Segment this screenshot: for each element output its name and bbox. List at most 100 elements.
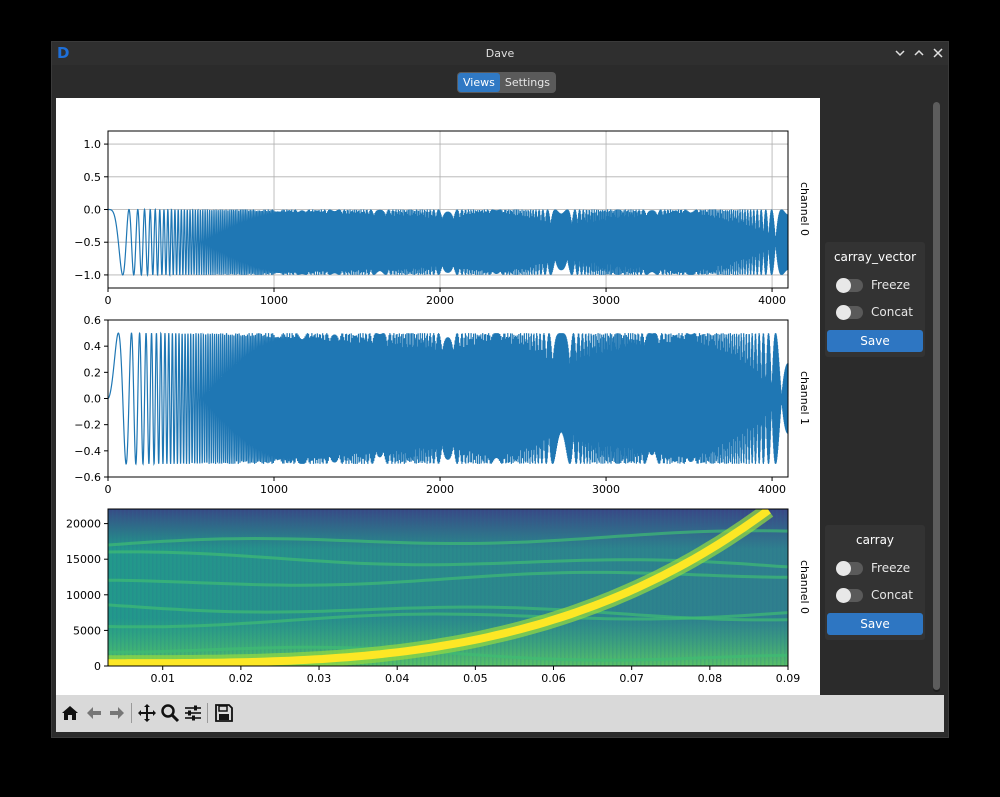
- spectrogram-stripe: [348, 509, 350, 666]
- spectrogram-stripe: [116, 509, 118, 666]
- spectrogram-stripe: [256, 509, 258, 666]
- concat-toggle[interactable]: [836, 588, 863, 603]
- y-tick-label: 0: [94, 660, 101, 673]
- spectrogram-stripe: [180, 509, 182, 666]
- pan-icon[interactable]: [137, 703, 157, 723]
- spectrogram-stripe: [308, 509, 310, 666]
- spectrogram-stripe: [572, 509, 574, 666]
- plot-toolbar: [56, 695, 944, 732]
- y-tick-label: 0.5: [84, 171, 102, 184]
- spectrogram-stripe: [568, 509, 570, 666]
- spectrogram-stripe: [240, 509, 242, 666]
- y-tick-label: −1.0: [74, 269, 101, 282]
- figure-svg[interactable]: 0 1000 2000 3000 4000 1.0 0.5 0.0 −0.5 −1.0 chann…: [56, 98, 820, 695]
- channel-1-line: [107, 331, 789, 466]
- spectrogram-stripe: [396, 509, 398, 666]
- channel-0-line: [108, 207, 789, 277]
- tab-group: Views Settings: [457, 72, 556, 93]
- spectrogram-stripe: [204, 509, 206, 666]
- plot-1-label: channel 0: [798, 182, 811, 236]
- y-tick-label: 20000: [66, 518, 101, 531]
- save-button[interactable]: Save: [827, 613, 923, 635]
- chevron-up-icon[interactable]: [913, 47, 925, 59]
- y-tick-label: 5000: [73, 624, 101, 637]
- plot-canvas[interactable]: 0 1000 2000 3000 4000 1.0 0.5 0.0 −0.5 −1.0 chann…: [56, 98, 820, 695]
- spectrogram-stripe: [592, 509, 594, 666]
- scrollbar-thumb[interactable]: [933, 102, 940, 690]
- save-figure-icon[interactable]: [214, 703, 234, 723]
- x-tick-label: 4000: [758, 483, 786, 496]
- spectrogram-stripe: [392, 509, 394, 666]
- spectrogram-stripe: [164, 509, 166, 666]
- concat-label: Concat: [871, 305, 913, 319]
- spectrogram-stripe: [560, 509, 562, 666]
- spectrogram-stripe: [144, 509, 146, 666]
- spectrogram-stripe: [604, 509, 606, 666]
- tab-views[interactable]: Views: [458, 73, 500, 92]
- freeze-label: Freeze: [871, 561, 911, 575]
- spectrogram-stripe: [316, 509, 318, 666]
- spectrogram-stripe: [524, 509, 526, 666]
- freeze-toggle[interactable]: [836, 278, 863, 293]
- forward-icon[interactable]: [107, 703, 127, 723]
- x-tick-label: 3000: [592, 294, 620, 307]
- spectrogram-stripe: [120, 509, 122, 666]
- spectrogram-stripe: [516, 509, 518, 666]
- x-tick-label: 0: [105, 294, 112, 307]
- spectrogram-stripe: [404, 509, 406, 666]
- y-tick-label: 10000: [66, 589, 101, 602]
- spectrogram-stripe: [216, 509, 218, 666]
- spectrogram-stripe: [200, 509, 202, 666]
- y-tick-label: 0.6: [84, 314, 102, 327]
- concat-toggle[interactable]: [836, 305, 863, 320]
- control-box-carray-vector: carray_vector Freeze Concat Save: [825, 242, 925, 357]
- spectrogram-stripe: [284, 509, 286, 666]
- x-tick-label: 1000: [260, 294, 288, 307]
- spectrogram-stripe: [196, 509, 198, 666]
- spectrogram-stripe: [128, 509, 130, 666]
- spectrogram-stripe: [584, 509, 586, 666]
- x-tick-label: 2000: [426, 294, 454, 307]
- tab-bar: Views Settings: [52, 65, 948, 98]
- tab-settings[interactable]: Settings: [500, 73, 555, 92]
- spectrogram-stripe: [296, 509, 298, 666]
- x-tick-label: 0.03: [307, 672, 332, 685]
- spectrogram-stripe: [252, 509, 254, 666]
- freeze-toggle[interactable]: [836, 561, 863, 576]
- zoom-icon[interactable]: [160, 703, 180, 723]
- control-box-carray: carray Freeze Concat Save: [825, 525, 925, 640]
- spectrogram-stripe: [544, 509, 546, 666]
- y-tick-label: −0.5: [74, 236, 101, 249]
- x-tick-label: 2000: [426, 483, 454, 496]
- title-bar[interactable]: D Dave: [52, 42, 948, 65]
- spectrogram-stripe: [228, 509, 230, 666]
- spectrogram-stripe: [612, 509, 614, 666]
- spectrogram-stripe: [552, 509, 554, 666]
- spectrogram-stripe: [112, 509, 114, 666]
- freeze-label: Freeze: [871, 278, 911, 292]
- spectrogram-stripe: [276, 509, 278, 666]
- configure-subplots-icon[interactable]: [183, 703, 203, 723]
- side-panel-scrollbar[interactable]: [933, 102, 940, 692]
- save-button[interactable]: Save: [827, 330, 923, 352]
- back-icon[interactable]: [84, 703, 104, 723]
- x-tick-label: 0.06: [541, 672, 566, 685]
- spectrogram-stripe: [564, 509, 566, 666]
- x-tick-label: 4000: [758, 294, 786, 307]
- close-icon[interactable]: [932, 47, 944, 59]
- spectrogram-stripe: [536, 509, 538, 666]
- chevron-down-icon[interactable]: [894, 47, 906, 59]
- spectrogram-stripe: [344, 509, 346, 666]
- spectrogram-stripe: [376, 509, 378, 666]
- spectrogram-stripe: [768, 509, 770, 666]
- spectrogram-stripe: [508, 509, 510, 666]
- y-tick-label: −0.4: [74, 445, 101, 458]
- spectrogram-stripe: [764, 509, 766, 666]
- spectrogram-stripe: [304, 509, 306, 666]
- toggle-knob: [836, 278, 851, 293]
- home-icon[interactable]: [60, 703, 80, 723]
- spectrogram-stripe: [780, 509, 782, 666]
- x-tick-label: 3000: [592, 483, 620, 496]
- spectrogram-stripe: [760, 509, 762, 666]
- spectrogram-stripe: [168, 509, 170, 666]
